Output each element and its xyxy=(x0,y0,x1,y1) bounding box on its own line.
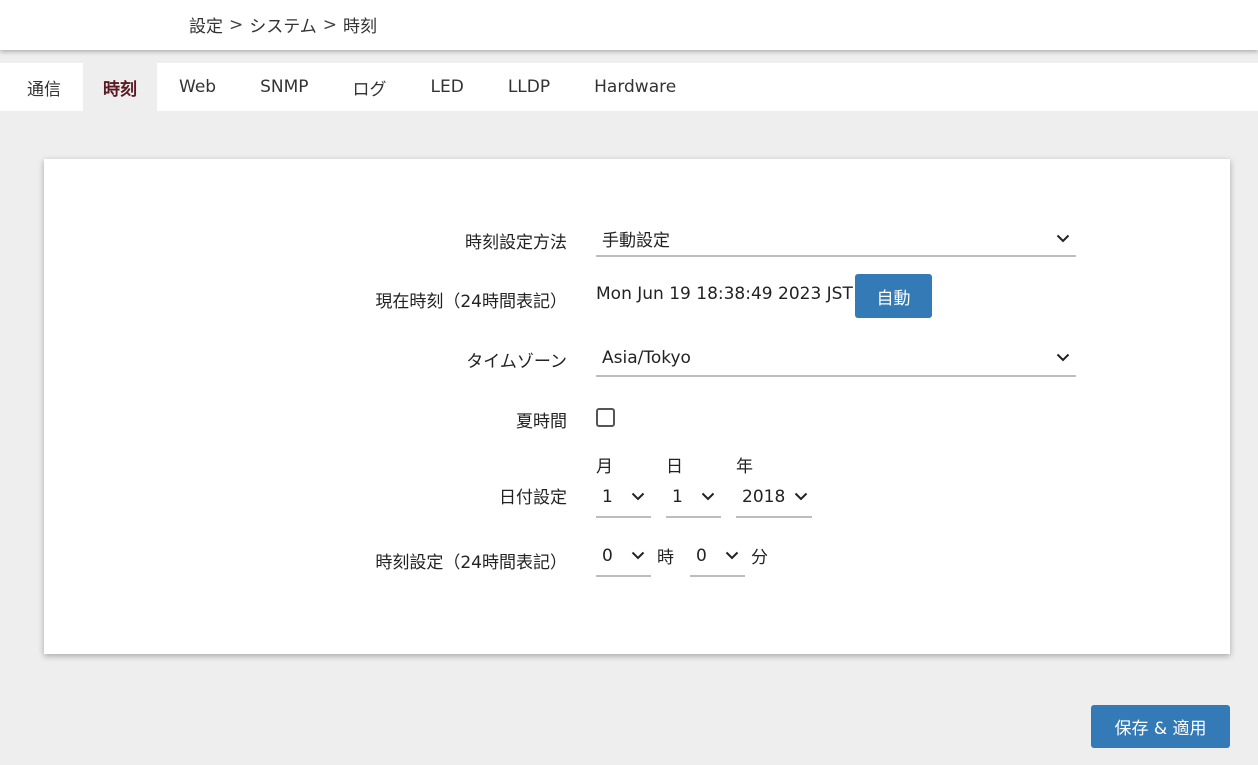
hour-unit: 時 xyxy=(657,548,674,568)
breadcrumb: 設定 > システム > 時刻 xyxy=(189,12,377,38)
tab-bar: 通信 時刻 Web SNMP ログ LED LLDP Hardware xyxy=(0,63,1258,111)
day-select-value: 1 xyxy=(672,486,683,507)
month-select-value: 1 xyxy=(602,486,613,507)
breadcrumb-separator: > xyxy=(322,14,337,35)
date-label: 日付設定 xyxy=(499,488,567,508)
month-select[interactable]: 1 xyxy=(596,477,651,518)
tab-log[interactable]: ログ xyxy=(331,63,409,111)
chevron-down-icon xyxy=(631,492,645,501)
dst-checkbox[interactable] xyxy=(596,408,615,427)
dst-label: 夏時間 xyxy=(516,412,567,432)
chevron-down-icon xyxy=(701,492,715,501)
timezone-select-value: Asia/Tokyo xyxy=(602,347,691,368)
year-header: 年 xyxy=(736,457,753,477)
minute-unit: 分 xyxy=(751,548,768,568)
tab-web[interactable]: Web xyxy=(157,63,238,111)
hour-select[interactable]: 0 xyxy=(596,536,651,577)
tab-hardware[interactable]: Hardware xyxy=(572,63,698,111)
chevron-down-icon xyxy=(1056,234,1070,242)
chevron-down-icon xyxy=(794,492,808,501)
year-select-value: 2018 xyxy=(742,486,786,507)
top-header: 設定 > システム > 時刻 xyxy=(0,0,1258,50)
save-apply-button[interactable]: 保存 & 適用 xyxy=(1091,705,1230,748)
breadcrumb-item-time: 時刻 xyxy=(343,17,377,37)
auto-button[interactable]: 自動 xyxy=(855,274,932,318)
method-select-value: 手動設定 xyxy=(602,230,670,251)
minute-select-value: 0 xyxy=(696,545,707,566)
tab-lldp[interactable]: LLDP xyxy=(486,63,572,111)
year-select[interactable]: 2018 xyxy=(736,477,812,518)
current-time-label: 現在時刻（24時間表記） xyxy=(375,292,567,312)
tab-communication[interactable]: 通信 xyxy=(0,63,83,111)
time-label: 時刻設定（24時間表記） xyxy=(375,553,567,573)
time-settings-card: 時刻設定方法 手動設定 現在時刻（24時間表記） Mon Jun 19 18:3… xyxy=(44,159,1230,654)
timezone-select[interactable]: Asia/Tokyo xyxy=(596,340,1076,377)
current-time-value: Mon Jun 19 18:38:49 2023 JST xyxy=(596,284,853,304)
breadcrumb-item-settings[interactable]: 設定 xyxy=(189,12,223,37)
method-label: 時刻設定方法 xyxy=(465,233,567,253)
minute-select[interactable]: 0 xyxy=(690,536,745,577)
chevron-down-icon xyxy=(631,551,645,560)
month-header: 月 xyxy=(596,457,613,477)
method-select[interactable]: 手動設定 xyxy=(596,221,1076,257)
hour-select-value: 0 xyxy=(602,545,613,566)
chevron-down-icon xyxy=(1056,353,1070,362)
tab-snmp[interactable]: SNMP xyxy=(238,63,330,111)
timezone-label: タイムゾーン xyxy=(466,352,567,372)
breadcrumb-separator: > xyxy=(229,14,244,35)
day-select[interactable]: 1 xyxy=(666,477,721,518)
day-header: 日 xyxy=(666,457,683,477)
chevron-down-icon xyxy=(725,551,739,560)
breadcrumb-item-system[interactable]: システム xyxy=(249,12,317,37)
tab-led[interactable]: LED xyxy=(409,63,486,111)
tab-time[interactable]: 時刻 xyxy=(83,63,157,111)
